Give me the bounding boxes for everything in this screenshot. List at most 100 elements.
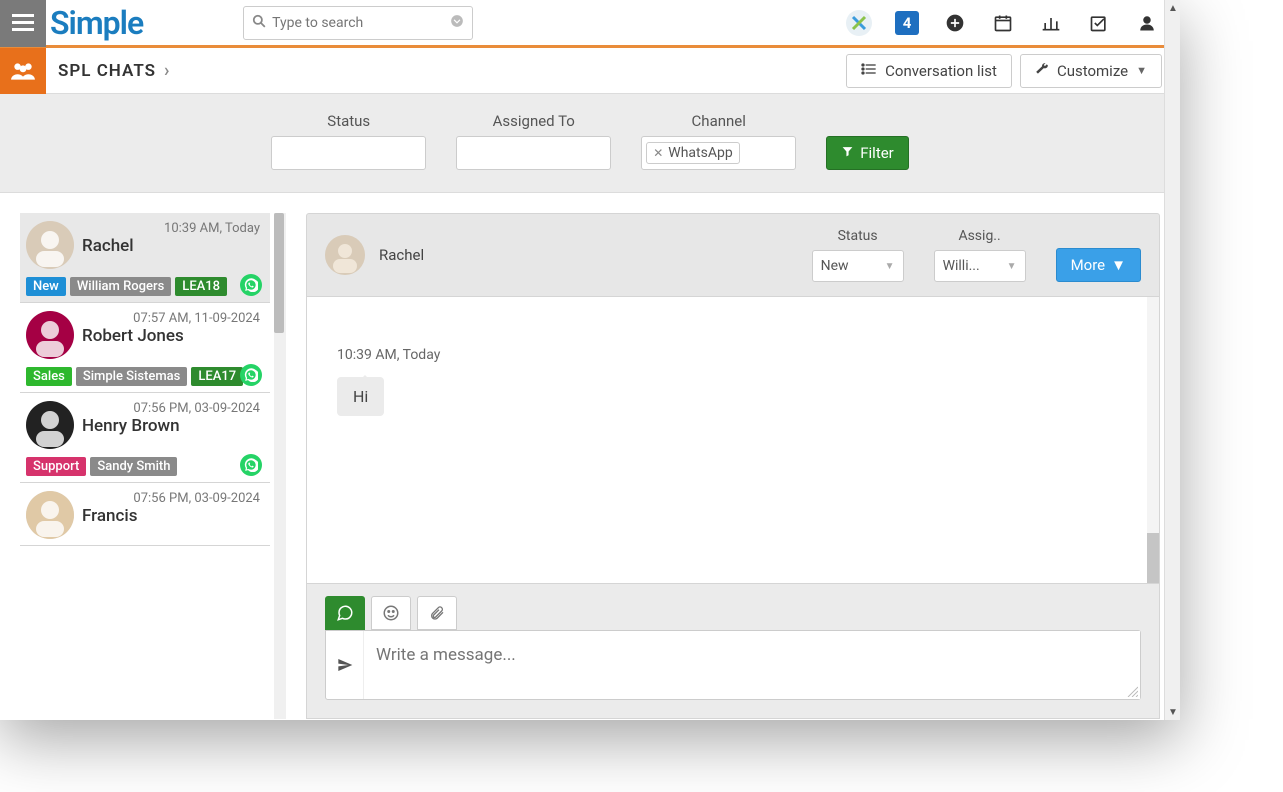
conversation-time: 10:39 AM, Today — [82, 221, 260, 236]
filter-label: Status — [327, 112, 370, 130]
caret-down-icon: ▼ — [885, 261, 895, 272]
conversation-item[interactable]: 10:39 AM, TodayRachel NewWilliam RogersLE… — [20, 213, 270, 303]
conversation-time: 07:57 AM, 11-09-2024 — [82, 311, 260, 326]
conversation-list-button[interactable]: Conversation list — [846, 54, 1012, 88]
filter-status: Status — [271, 112, 426, 170]
assigned-select[interactable]: Willi... ▼ — [934, 250, 1026, 282]
assigned-field: Assig.. Willi... ▼ — [934, 228, 1026, 282]
module-icon[interactable] — [0, 48, 46, 94]
tag-row: NewWilliam RogersLEA18 — [26, 277, 260, 296]
search-input[interactable] — [272, 15, 450, 31]
filter-assigned: Assigned To — [456, 112, 611, 170]
button-label: Customize — [1057, 62, 1128, 80]
tag: Support — [26, 457, 86, 476]
conversation-item[interactable]: 07:56 PM, 03-09-2024Henry Brown SupportSa… — [20, 393, 270, 483]
tag-row: SupportSandy Smith — [26, 457, 260, 476]
tag: LEA18 — [175, 277, 227, 296]
tag: Sales — [26, 367, 72, 386]
select-value: Willi... — [943, 258, 980, 274]
field-label: Status — [838, 228, 878, 244]
whatsapp-icon — [240, 274, 262, 296]
chevron-down-icon[interactable] — [450, 13, 464, 32]
message-bubble: Hi — [337, 377, 384, 416]
avatar — [26, 311, 74, 359]
funnel-icon — [841, 144, 854, 162]
customize-button[interactable]: Customize ▼ — [1020, 54, 1162, 88]
message-tab[interactable] — [325, 596, 365, 630]
button-label: More — [1071, 256, 1106, 274]
message-input[interactable] — [364, 631, 1140, 699]
whatsapp-icon — [240, 454, 262, 476]
conversation-name: Henry Brown — [82, 416, 260, 436]
emoji-tab[interactable] — [371, 596, 411, 630]
top-bar: Simple 4 — [0, 0, 1180, 48]
conversation-list: 10:39 AM, TodayRachelNewWilliam RogersLE… — [20, 213, 270, 719]
filter-label: Channel — [692, 112, 746, 130]
assigned-input[interactable] — [456, 136, 611, 170]
tag: LEA17 — [191, 367, 243, 386]
caret-down-icon: ▼ — [1007, 261, 1017, 272]
main-area: 10:39 AM, TodayRachelNewWilliam RogersLE… — [0, 193, 1180, 719]
chip-remove-icon[interactable]: ✕ — [653, 146, 663, 160]
conversation-name: Francis — [82, 506, 260, 526]
conversation-name: Rachel — [82, 236, 260, 256]
chart-icon[interactable] — [1038, 10, 1064, 36]
global-search[interactable] — [243, 6, 473, 40]
plus-circle-icon[interactable] — [942, 10, 968, 36]
tag: William Rogers — [70, 277, 171, 296]
tag: New — [26, 277, 66, 296]
filter-button[interactable]: Filter — [826, 136, 909, 170]
conversation-item[interactable]: 07:57 AM, 11-09-2024Robert JonesSalesSim… — [20, 303, 270, 393]
chat-header-fields: Status New ▼ Assig.. Willi... ▼ — [812, 228, 1141, 282]
avatar — [26, 401, 74, 449]
status-input[interactable] — [271, 136, 426, 170]
status-select[interactable]: New ▼ — [812, 250, 904, 282]
chat-messages: 10:39 AM, Today Hi — [306, 297, 1160, 584]
scroll-down-icon[interactable]: ▼ — [1165, 704, 1181, 720]
checkbox-icon[interactable] — [1086, 10, 1112, 36]
calendar-icon[interactable] — [990, 10, 1016, 36]
composer — [306, 584, 1160, 719]
user-icon[interactable] — [1134, 10, 1160, 36]
chip-label: WhatsApp — [668, 145, 732, 161]
search-icon — [252, 13, 266, 32]
numeric-badge-icon[interactable]: 4 — [894, 10, 920, 36]
menu-icon[interactable] — [0, 0, 46, 47]
integration-icon[interactable] — [846, 10, 872, 36]
list-icon — [861, 62, 877, 80]
window-scrollbar[interactable]: ▲ ▼ — [1164, 0, 1180, 720]
sub-header-buttons: Conversation list Customize ▼ — [846, 54, 1162, 88]
breadcrumb[interactable]: SPL CHATS › — [58, 60, 170, 81]
send-button[interactable] — [326, 631, 364, 699]
scroll-up-icon[interactable]: ▲ — [1165, 0, 1181, 16]
more-button[interactable]: More ▼ — [1056, 248, 1141, 282]
list-scrollbar[interactable] — [274, 213, 286, 719]
logo-text: Simple — [50, 4, 143, 42]
tag: Simple Sistemas — [76, 367, 188, 386]
filter-channel: Channel ✕ WhatsApp — [641, 112, 796, 170]
composer-box — [325, 630, 1141, 700]
button-label: Filter — [860, 144, 894, 162]
message-text: Hi — [353, 387, 368, 406]
chevron-right-icon: › — [164, 60, 170, 81]
conversation-item[interactable]: 07:56 PM, 03-09-2024Francis — [20, 483, 270, 546]
resize-handle-icon[interactable] — [1126, 685, 1138, 697]
tag: Sandy Smith — [90, 457, 177, 476]
contact-name: Rachel — [379, 246, 424, 264]
page-title: SPL CHATS — [58, 61, 156, 81]
field-label: Assig.. — [958, 228, 1000, 244]
attachment-tab[interactable] — [417, 596, 457, 630]
button-label: Conversation list — [885, 62, 997, 80]
caret-down-icon: ▼ — [1111, 256, 1126, 274]
chat-scrollbar[interactable] — [1147, 297, 1159, 583]
conversation-time: 07:56 PM, 03-09-2024 — [82, 401, 260, 416]
channel-input[interactable]: ✕ WhatsApp — [641, 136, 796, 170]
top-icon-bar: 4 — [846, 10, 1180, 36]
avatar — [26, 491, 74, 539]
contact-avatar — [325, 235, 365, 275]
app-window: Simple 4 — [0, 0, 1180, 720]
whatsapp-icon — [240, 364, 262, 386]
app-logo: Simple — [50, 3, 143, 43]
filter-bar: Status Assigned To Channel ✕ WhatsApp Fi… — [0, 94, 1180, 193]
avatar — [26, 221, 74, 269]
